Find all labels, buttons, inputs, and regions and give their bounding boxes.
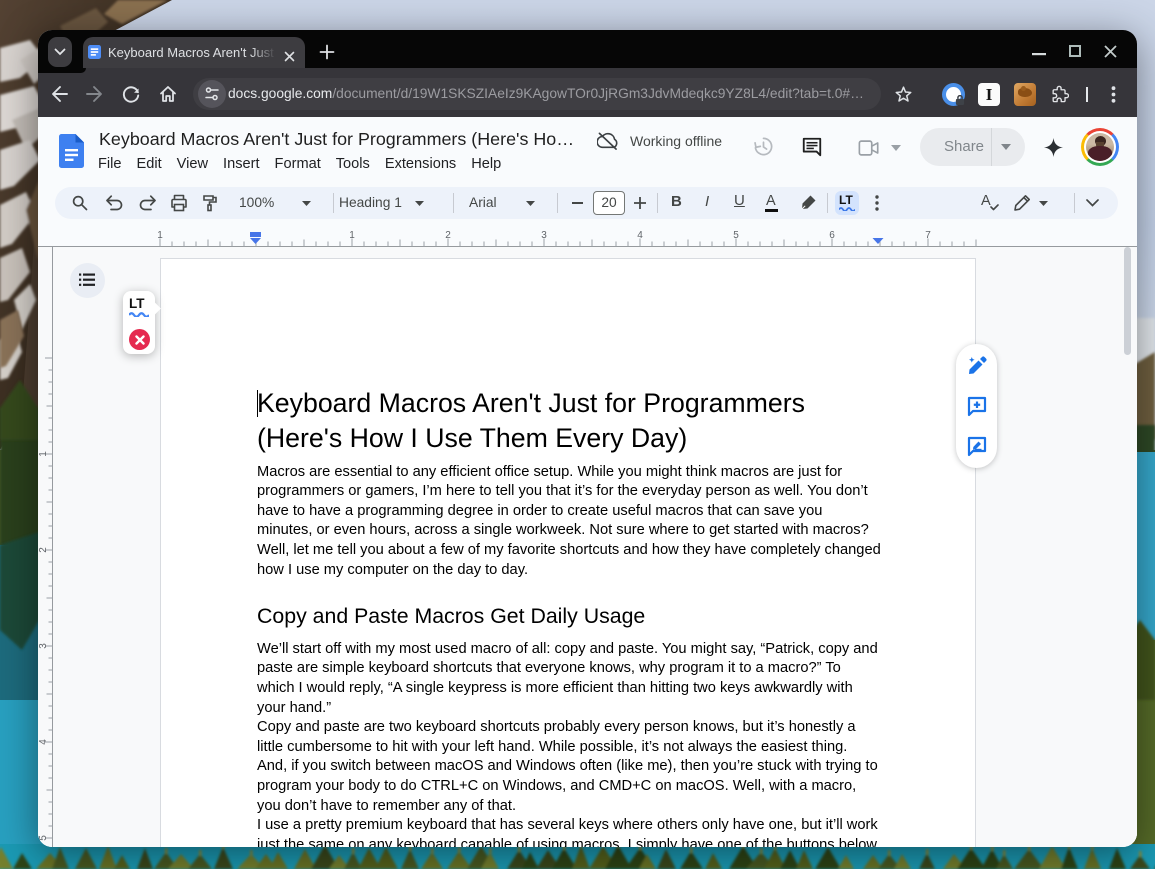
svg-text:5: 5 xyxy=(733,230,739,241)
svg-text:4: 4 xyxy=(637,230,643,241)
svg-text:2: 2 xyxy=(445,230,451,241)
svg-text:1: 1 xyxy=(38,451,49,457)
svg-text:1: 1 xyxy=(349,230,355,241)
svg-text:7: 7 xyxy=(925,230,931,241)
svg-text:3: 3 xyxy=(541,230,547,241)
svg-text:1: 1 xyxy=(157,230,163,241)
svg-text:5: 5 xyxy=(38,835,49,841)
svg-text:4: 4 xyxy=(38,739,49,745)
svg-text:6: 6 xyxy=(829,230,835,241)
svg-text:2: 2 xyxy=(38,547,49,553)
svg-text:3: 3 xyxy=(38,643,49,649)
